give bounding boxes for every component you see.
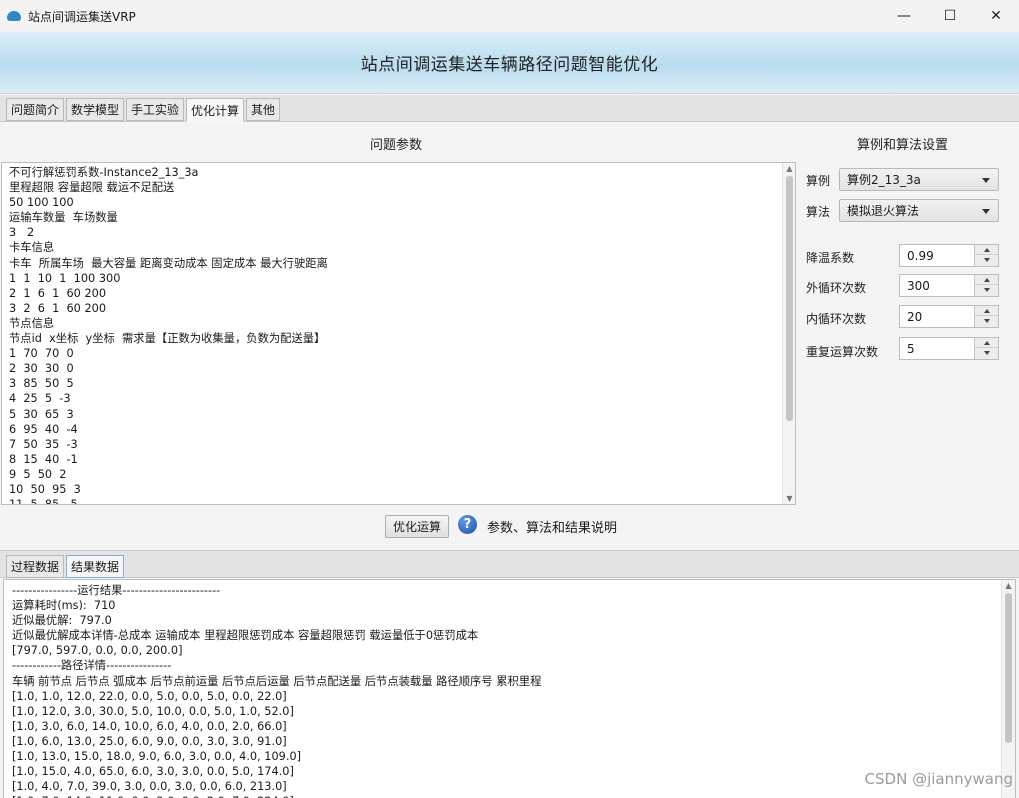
- decrement-icon[interactable]: [975, 348, 998, 358]
- decrement-icon[interactable]: [975, 255, 998, 265]
- params-textarea[interactable]: 不可行解惩罚系数-Instance2_13_3a 里程超限 容量超限 载运不足配…: [1, 162, 796, 505]
- cooling-spinner[interactable]: 0.99: [899, 244, 999, 267]
- minimize-button[interactable]: —: [881, 0, 927, 32]
- params-text: 不可行解惩罚系数-Instance2_13_3a 里程超限 容量超限 载运不足配…: [9, 166, 328, 505]
- optimize-button[interactable]: 优化运算: [385, 515, 449, 538]
- instance-label: 算例: [806, 174, 831, 188]
- increment-icon[interactable]: [975, 306, 998, 316]
- params-scrollbar[interactable]: ▲ ▼: [782, 163, 795, 504]
- window-controls: — ☐ ✕: [881, 0, 1019, 32]
- title-bar: 站点间调运集送VRP — ☐ ✕: [0, 0, 1019, 32]
- instance-select[interactable]: 算例2_13_3a: [839, 168, 999, 191]
- results-textarea[interactable]: ----------------运行结果--------------------…: [3, 579, 1016, 798]
- inner-loops-label: 内循环次数: [806, 312, 867, 326]
- settings-heading: 算例和算法设置: [857, 138, 949, 153]
- help-link[interactable]: 参数、算法和结果说明: [487, 517, 617, 536]
- scroll-up-icon[interactable]: ▲: [783, 164, 795, 173]
- result-tab-bar: 过程数据 结果数据: [0, 550, 1019, 578]
- scroll-thumb[interactable]: [1005, 593, 1012, 743]
- help-icon[interactable]: ?: [458, 515, 477, 534]
- increment-icon[interactable]: [975, 245, 998, 255]
- tab-process-data[interactable]: 过程数据: [6, 555, 64, 578]
- outer-loops-spinner[interactable]: 300: [899, 274, 999, 297]
- chevron-down-icon: [982, 209, 990, 214]
- tab-other[interactable]: 其他: [246, 98, 280, 121]
- tab-result-data[interactable]: 结果数据: [66, 555, 124, 578]
- decrement-icon[interactable]: [975, 316, 998, 326]
- chevron-down-icon: [982, 178, 990, 183]
- results-text: ----------------运行结果--------------------…: [12, 584, 542, 798]
- tab-optimization[interactable]: 优化计算: [186, 98, 244, 122]
- app-icon: [7, 11, 21, 21]
- params-heading: 问题参数: [370, 138, 423, 153]
- main-tab-bar: 问题简介 数学模型 手工实验 优化计算 其他: [0, 95, 1019, 122]
- repeats-spinner[interactable]: 5: [899, 337, 999, 360]
- scroll-down-icon[interactable]: ▼: [783, 494, 795, 503]
- scroll-up-icon[interactable]: ▲: [1002, 581, 1015, 590]
- scroll-thumb[interactable]: [786, 176, 793, 421]
- outer-loops-value: 300: [907, 279, 930, 293]
- repeats-label: 重复运算次数: [806, 345, 879, 359]
- instance-select-value: 算例2_13_3a: [847, 173, 921, 187]
- header-banner: 站点间调运集送车辆路径问题智能优化: [0, 32, 1019, 94]
- inner-loops-spinner[interactable]: 20: [899, 305, 999, 328]
- algorithm-select[interactable]: 模拟退火算法: [839, 199, 999, 222]
- close-button[interactable]: ✕: [973, 0, 1019, 32]
- increment-icon[interactable]: [975, 275, 998, 285]
- page-title: 站点间调运集送车辆路径问题智能优化: [360, 55, 659, 75]
- cooling-label: 降温系数: [806, 251, 855, 265]
- decrement-icon[interactable]: [975, 285, 998, 295]
- tab-math-model[interactable]: 数学模型: [66, 98, 124, 121]
- window-title: 站点间调运集送VRP: [28, 9, 136, 24]
- outer-loops-label: 外循环次数: [806, 281, 867, 295]
- inner-loops-value: 20: [907, 310, 923, 324]
- algorithm-select-value: 模拟退火算法: [847, 204, 920, 218]
- increment-icon[interactable]: [975, 338, 998, 348]
- tab-intro[interactable]: 问题简介: [6, 98, 64, 121]
- results-scrollbar[interactable]: ▲: [1001, 580, 1015, 798]
- cooling-value: 0.99: [907, 249, 934, 263]
- tab-manual-experiment[interactable]: 手工实验: [126, 98, 184, 121]
- repeats-value: 5: [907, 342, 915, 356]
- watermark: CSDN @jiannywang: [864, 770, 1013, 788]
- maximize-button[interactable]: ☐: [927, 0, 973, 32]
- algorithm-label: 算法: [806, 205, 831, 219]
